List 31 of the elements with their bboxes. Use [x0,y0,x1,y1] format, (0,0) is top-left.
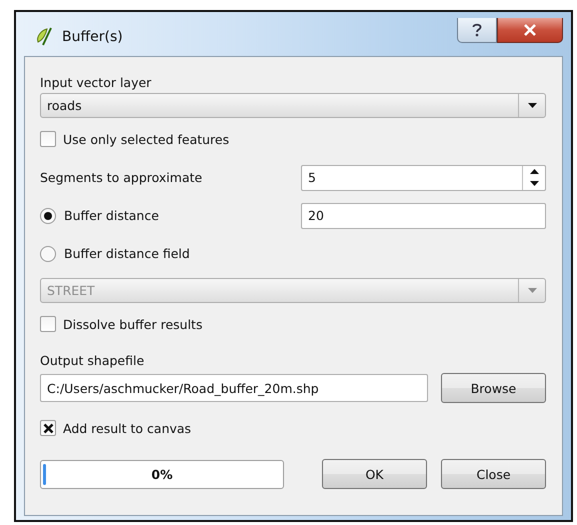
browse-button[interactable]: Browse [441,373,546,403]
help-button[interactable] [457,18,497,43]
radio-label: Buffer distance [64,208,159,223]
dropdown-arrow-icon [528,103,536,108]
radio-button[interactable] [40,208,56,224]
field-label: Output shapefile [40,352,144,368]
spin-up-icon [530,169,538,174]
radio-label: Buffer distance field [64,246,190,261]
checkbox-label: Dissolve buffer results [63,316,202,332]
checkbox[interactable] [40,420,56,436]
progress-text: 0% [151,466,173,482]
spin-down-icon [530,181,538,186]
checkbox[interactable] [40,316,56,332]
close-button[interactable] [497,18,563,43]
segments-spinbox[interactable]: 5 [301,164,546,190]
close-dialog-button[interactable]: Close [441,459,546,489]
dropdown-arrow-icon [528,288,536,293]
app-icon [34,26,54,48]
field-label: Input vector layer [40,74,152,90]
checkbox-label: Use only selected features [63,132,230,146]
field-label: Segments to approximate [40,170,202,185]
close-icon [523,24,537,36]
checkbox-label: Add result to canvas [63,420,192,436]
layer-dropdown[interactable]: roads [40,93,546,118]
output-path-field[interactable]: C:/Users/aschmucker/Road_buffer_20m.shp [40,374,428,402]
checkbox[interactable] [40,131,56,147]
window-title: Buffer(s) [62,29,123,45]
ok-button[interactable]: OK [322,459,427,489]
radio-button[interactable] [40,246,56,262]
distance-field[interactable]: 20 [301,202,546,228]
help-icon [472,23,482,37]
